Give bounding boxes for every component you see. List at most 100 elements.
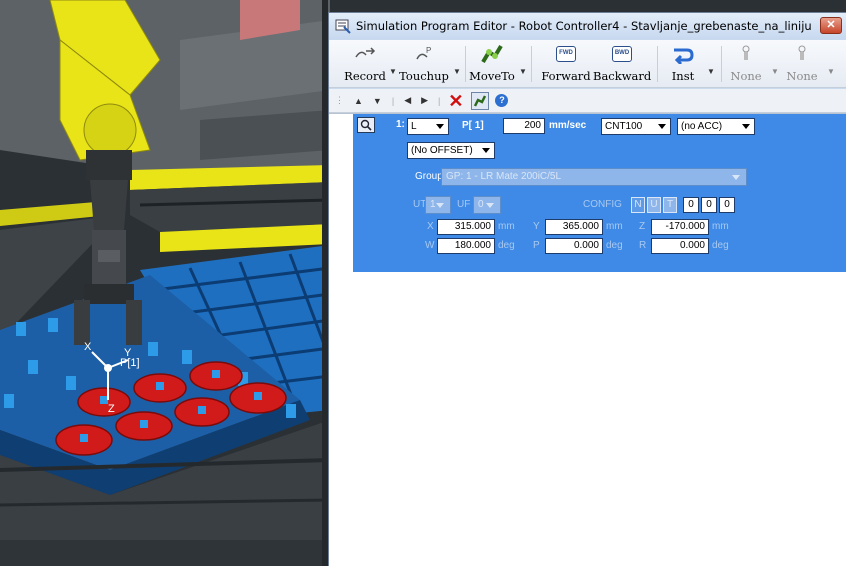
termination-value: CNT100 [605, 121, 643, 132]
config-n-button[interactable]: N [631, 197, 645, 213]
inst-label: Inst [671, 69, 695, 83]
offset-value: (No OFFSET) [411, 145, 473, 156]
x-field[interactable]: 315.000 [437, 219, 495, 235]
acc-value: (no ACC) [681, 121, 723, 132]
r-label: R [639, 240, 647, 251]
backward-button[interactable]: BWD Backward [593, 42, 651, 86]
separator: | [391, 95, 395, 106]
touchup-label: Touchup [399, 69, 449, 83]
ut-select[interactable]: 1 [425, 196, 451, 214]
none-button-1[interactable]: None [727, 42, 765, 86]
grip-icon: ⋮ [335, 95, 344, 105]
z-unit: mm [712, 221, 729, 232]
ut-value: 1 [430, 199, 436, 210]
speed-unit-label: mm/sec [549, 120, 587, 131]
record-button[interactable]: Record [343, 42, 387, 86]
w-label: W [425, 240, 435, 251]
inst-arrow-icon [674, 48, 694, 64]
backward-label: Backward [593, 69, 652, 83]
window-title: Simulation Program Editor - Robot Contro… [356, 19, 812, 33]
y-unit: mm [606, 221, 623, 232]
config-value-2[interactable]: 0 [701, 197, 717, 213]
termination-select[interactable]: CNT100 [601, 118, 671, 135]
none-button-2[interactable]: None [783, 42, 821, 86]
title-bar[interactable]: Simulation Program Editor - Robot Contro… [329, 13, 846, 39]
z-field[interactable]: -170.000 [651, 219, 709, 235]
x-label: X [427, 221, 434, 232]
editor-app-icon [335, 19, 351, 34]
group-label: Group [415, 171, 443, 182]
moveto-robot-icon [481, 44, 503, 64]
instruction-line-1[interactable]: 1: L P[ 1] 200 mm/sec CNT100 (no ACC) (N… [353, 114, 846, 272]
x-unit: mm [498, 221, 515, 232]
backward-icon: BWD [612, 46, 632, 62]
touchup-dropdown-arrow[interactable]: ▼ [453, 67, 461, 76]
y-label: Y [533, 221, 540, 232]
record-icon [355, 47, 376, 58]
delete-icon[interactable]: ✕ [448, 92, 463, 110]
touchup-button[interactable]: P Touchup [397, 42, 451, 86]
none-dropdown-arrow-2[interactable]: ▼ [827, 67, 835, 76]
p-unit: deg [606, 240, 623, 251]
w-unit: deg [498, 240, 515, 251]
forward-icon: FWD [556, 46, 576, 62]
program-editor-area[interactable]: 1: L P[ 1] 200 mm/sec CNT100 (no ACC) (N… [329, 113, 846, 566]
inst-dropdown-arrow[interactable]: ▼ [707, 67, 715, 76]
tool-disabled-icon [742, 45, 750, 60]
speed-field[interactable]: 200 [503, 118, 545, 134]
offset-select[interactable]: (No OFFSET) [407, 142, 495, 159]
moveto-small-icon[interactable] [471, 91, 490, 110]
position-register-label: P[ 1] [462, 120, 484, 131]
uf-label: UF [457, 199, 471, 210]
tool-disabled-icon-2 [798, 45, 806, 60]
config-value-1[interactable]: 0 [683, 197, 699, 213]
next-button[interactable]: ▶ [421, 95, 428, 106]
group-select[interactable]: GP: 1 - LR Mate 200iC/5L [441, 168, 747, 186]
uf-select[interactable]: 0 [473, 196, 501, 214]
none-dropdown-arrow-1[interactable]: ▼ [771, 67, 779, 76]
group-value: GP: 1 - LR Mate 200iC/5L [446, 171, 562, 182]
inst-button[interactable]: Inst [663, 42, 703, 86]
w-field[interactable]: 180.000 [437, 238, 495, 254]
config-t-button[interactable]: T [663, 197, 677, 213]
move-down-button[interactable]: ▼ [373, 96, 382, 106]
navigation-toolbar: ⋮ ▲ ▼ | ◀ ▶ | ✕ ? [329, 89, 846, 113]
separator-2: | [438, 95, 441, 106]
screen: X Y Z P[1] Simulation Program Editor - R… [0, 0, 846, 566]
p-label: P [533, 240, 540, 251]
svg-text:P: P [426, 46, 431, 55]
z-label: Z [639, 221, 646, 232]
record-dropdown-arrow[interactable]: ▼ [389, 67, 397, 76]
close-button[interactable]: ✕ [820, 17, 842, 34]
config-value-3[interactable]: 0 [719, 197, 735, 213]
forward-label: Forward [541, 69, 591, 83]
none-label-2: None [786, 69, 818, 83]
acc-select[interactable]: (no ACC) [677, 118, 755, 135]
magnifier-icon[interactable] [357, 117, 375, 133]
moveto-dropdown-arrow[interactable]: ▼ [519, 67, 527, 76]
touchup-icon: P [416, 46, 431, 60]
line-number: 1: [396, 119, 405, 130]
program-editor-window: Simulation Program Editor - Robot Contro… [328, 12, 846, 566]
none-label-1: None [730, 69, 762, 83]
axis-z-label: Z [108, 403, 115, 415]
move-up-button[interactable]: ▲ [354, 96, 363, 106]
r-unit: deg [712, 240, 729, 251]
config-u-button[interactable]: U [647, 197, 661, 213]
moveto-button[interactable]: MoveTo [469, 42, 515, 86]
main-toolbar: Record ▼ P Touchup ▼ MoveTo ▼ FWD Forwar… [329, 40, 846, 88]
record-label: Record [344, 69, 386, 83]
previous-button[interactable]: ◀ [404, 95, 411, 106]
moveto-label: MoveTo [469, 69, 515, 83]
r-field[interactable]: 0.000 [651, 238, 709, 254]
motion-type-value: L [411, 121, 417, 132]
help-icon[interactable]: ? [495, 94, 509, 107]
motion-type-select[interactable]: L [407, 118, 449, 135]
y-field[interactable]: 365.000 [545, 219, 603, 235]
config-label: CONFIG [583, 199, 622, 210]
forward-button[interactable]: FWD Forward [541, 42, 591, 86]
uf-value: 0 [478, 199, 484, 210]
target-point-label: P[1] [120, 357, 140, 369]
axis-x-label: X [84, 341, 92, 353]
p-field[interactable]: 0.000 [545, 238, 603, 254]
